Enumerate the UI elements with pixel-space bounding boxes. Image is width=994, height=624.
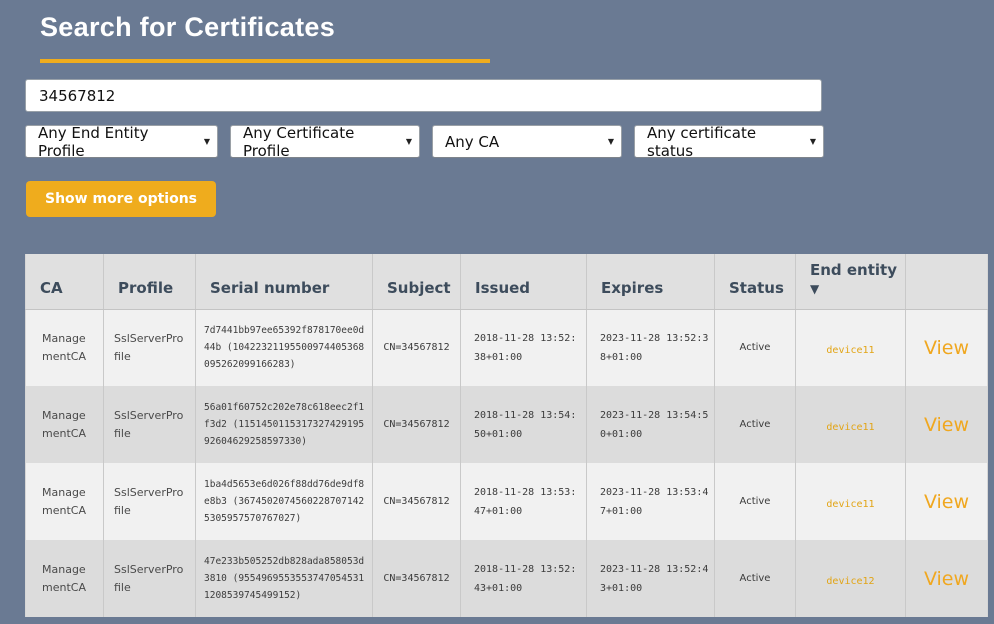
- column-header-end-entity[interactable]: End entity ▼: [796, 254, 906, 309]
- certificate-profile-select[interactable]: Any Certificate Profile ▼: [230, 125, 420, 158]
- certificate-status-selected-value: Any certificate status: [647, 124, 804, 160]
- ca-cell: ManagementCA: [26, 309, 104, 386]
- end-entity-link[interactable]: device11: [826, 422, 874, 433]
- issued-cell: 2018-11-28 13:52:38+01:00: [461, 309, 587, 386]
- profile-cell: SslServerProfile: [104, 540, 196, 617]
- profile-cell: SslServerProfile: [104, 309, 196, 386]
- show-more-options-button[interactable]: Show more options: [26, 181, 216, 217]
- column-header-status[interactable]: Status: [715, 254, 796, 309]
- expires-cell: 2023-11-28 13:54:50+01:00: [587, 386, 715, 463]
- subject-cell: CN=34567812: [373, 540, 461, 617]
- table-row: ManagementCA SslServerProfile 7d7441bb97…: [26, 309, 988, 386]
- column-header-actions: [906, 254, 988, 309]
- status-cell: Active: [715, 309, 796, 386]
- ca-cell: ManagementCA: [26, 540, 104, 617]
- expires-cell: 2023-11-28 13:52:38+01:00: [587, 309, 715, 386]
- issued-cell: 2018-11-28 13:53:47+01:00: [461, 463, 587, 540]
- serial-number-cell: 47e233b505252db828ada858053d3810 (955496…: [196, 540, 373, 617]
- column-header-issued[interactable]: Issued: [461, 254, 587, 309]
- end-entity-cell: device11: [796, 386, 906, 463]
- expires-cell: 2023-11-28 13:52:43+01:00: [587, 540, 715, 617]
- issued-cell: 2018-11-28 13:54:50+01:00: [461, 386, 587, 463]
- title-underline: [40, 59, 490, 63]
- table-row: ManagementCA SslServerProfile 56a01f6075…: [26, 386, 988, 463]
- status-cell: Active: [715, 386, 796, 463]
- sort-descending-icon: ▼: [810, 282, 819, 296]
- certificates-table: CA Profile Serial number Subject Issued …: [25, 254, 988, 617]
- view-cell: View: [906, 386, 988, 463]
- chevron-down-icon: ▼: [406, 137, 412, 146]
- end-entity-link[interactable]: device12: [826, 576, 874, 587]
- column-header-profile[interactable]: Profile: [104, 254, 196, 309]
- profile-cell: SslServerProfile: [104, 386, 196, 463]
- view-link[interactable]: View: [924, 491, 969, 513]
- expires-cell: 2023-11-28 13:53:47+01:00: [587, 463, 715, 540]
- certificate-profile-selected-value: Any Certificate Profile: [243, 124, 400, 160]
- column-header-ca[interactable]: CA: [26, 254, 104, 309]
- ca-cell: ManagementCA: [26, 463, 104, 540]
- subject-cell: CN=34567812: [373, 309, 461, 386]
- end-entity-profile-select[interactable]: Any End Entity Profile ▼: [25, 125, 218, 158]
- end-entity-header-label: End entity: [810, 261, 897, 279]
- certificate-status-select[interactable]: Any certificate status ▼: [634, 125, 824, 158]
- ca-selected-value: Any CA: [445, 133, 499, 151]
- chevron-down-icon: ▼: [810, 137, 816, 146]
- table-row: ManagementCA SslServerProfile 1ba4d5653e…: [26, 463, 988, 540]
- search-input[interactable]: [25, 79, 822, 112]
- subject-cell: CN=34567812: [373, 463, 461, 540]
- ca-select[interactable]: Any CA ▼: [432, 125, 622, 158]
- view-link[interactable]: View: [924, 568, 969, 590]
- status-cell: Active: [715, 540, 796, 617]
- end-entity-cell: device11: [796, 463, 906, 540]
- status-cell: Active: [715, 463, 796, 540]
- table-row: ManagementCA SslServerProfile 47e233b505…: [26, 540, 988, 617]
- profile-cell: SslServerProfile: [104, 463, 196, 540]
- ca-cell: ManagementCA: [26, 386, 104, 463]
- chevron-down-icon: ▼: [608, 137, 614, 146]
- subject-cell: CN=34567812: [373, 386, 461, 463]
- column-header-serial-number[interactable]: Serial number: [196, 254, 373, 309]
- page-title: Search for Certificates: [40, 12, 994, 43]
- column-header-subject[interactable]: Subject: [373, 254, 461, 309]
- serial-number-cell: 1ba4d5653e6d026f88dd76de9df8e8b3 (367450…: [196, 463, 373, 540]
- serial-number-cell: 7d7441bb97ee65392f878170ee0d44b (1042232…: [196, 309, 373, 386]
- chevron-down-icon: ▼: [204, 137, 210, 146]
- end-entity-link[interactable]: device11: [826, 345, 874, 356]
- issued-cell: 2018-11-28 13:52:43+01:00: [461, 540, 587, 617]
- end-entity-link[interactable]: device11: [826, 499, 874, 510]
- view-link[interactable]: View: [924, 337, 969, 359]
- search-certificates-page: Search for Certificates Any End Entity P…: [0, 0, 994, 617]
- end-entity-cell: device12: [796, 540, 906, 617]
- end-entity-profile-selected-value: Any End Entity Profile: [38, 124, 198, 160]
- end-entity-cell: device11: [796, 309, 906, 386]
- view-cell: View: [906, 309, 988, 386]
- column-header-expires[interactable]: Expires: [587, 254, 715, 309]
- table-header-row: CA Profile Serial number Subject Issued …: [26, 254, 988, 309]
- view-link[interactable]: View: [924, 414, 969, 436]
- filter-bar: Any End Entity Profile ▼ Any Certificate…: [25, 125, 994, 158]
- serial-number-cell: 56a01f60752c202e78c618eec2f1f3d2 (115145…: [196, 386, 373, 463]
- view-cell: View: [906, 540, 988, 617]
- view-cell: View: [906, 463, 988, 540]
